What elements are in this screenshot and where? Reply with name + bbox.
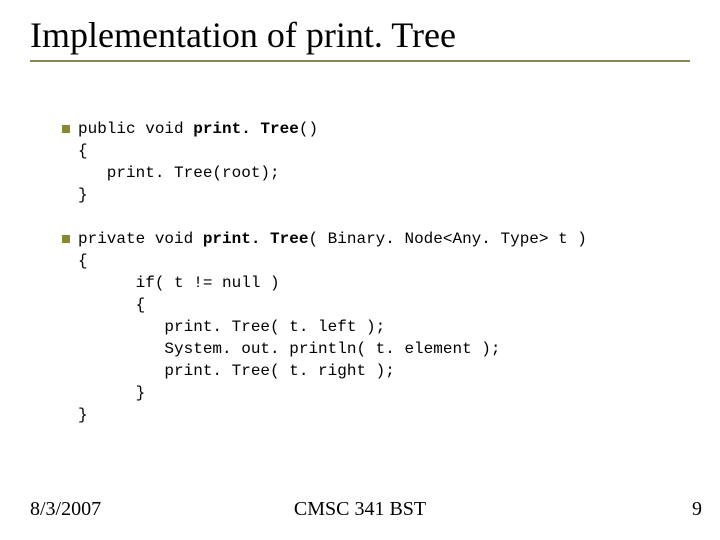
title-block: Implementation of print. Tree	[30, 14, 690, 62]
slide-title: Implementation of print. Tree	[30, 14, 690, 60]
code-line: {	[78, 142, 88, 160]
footer-pagenum: 9	[692, 498, 702, 521]
code-line: }	[78, 406, 88, 424]
bullet-icon	[62, 235, 70, 243]
slide: Implementation of print. Tree public voi…	[0, 0, 720, 540]
code-line: }	[78, 186, 88, 204]
bullet-icon	[62, 125, 70, 133]
code-line: {	[78, 252, 88, 270]
code-line: print. Tree( t. right );	[78, 362, 395, 380]
code-line: System. out. println( t. element );	[78, 340, 500, 358]
code-line: public void print. Tree()	[78, 120, 318, 138]
title-underline	[30, 60, 690, 62]
code-block: public void print. Tree() { print. Tree(…	[78, 118, 587, 426]
footer-center: CMSC 341 BST	[0, 498, 720, 521]
code-line: print. Tree(root);	[78, 164, 280, 182]
code-line: {	[78, 296, 145, 314]
footer: 8/3/2007 CMSC 341 BST 9	[0, 498, 720, 526]
code-line: }	[78, 384, 145, 402]
code-line: private void print. Tree( Binary. Node<A…	[78, 230, 587, 248]
code-line: if( t != null )	[78, 274, 280, 292]
code-line: print. Tree( t. left );	[78, 318, 385, 336]
